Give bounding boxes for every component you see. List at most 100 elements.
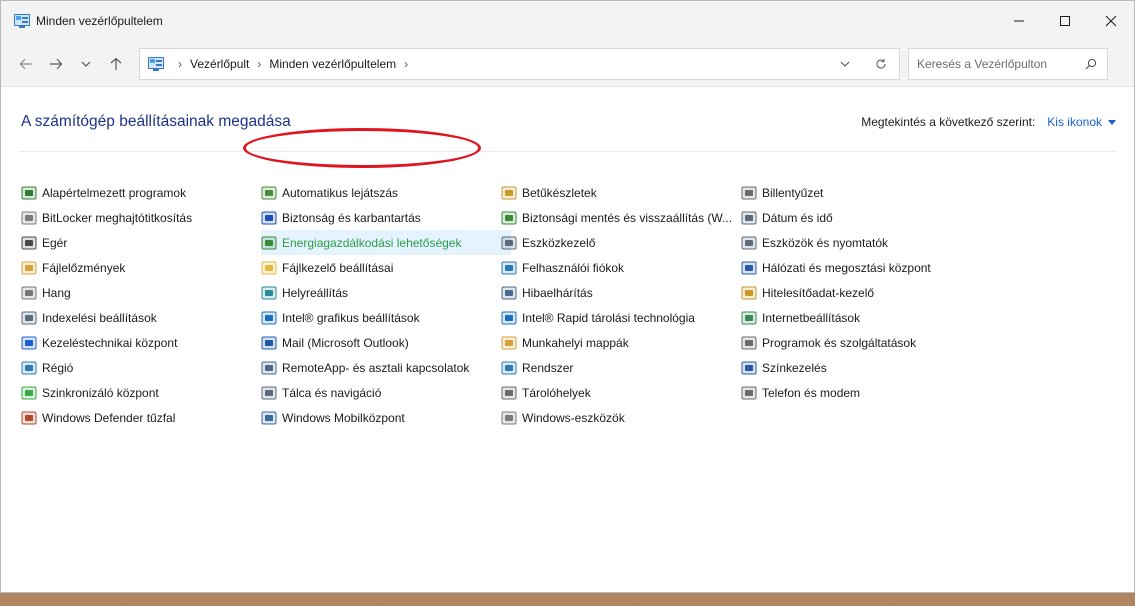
control-panel-item[interactable]: Energiagazdálkodási lehetőségek [261, 230, 511, 255]
control-panel-item[interactable]: Felhasználói fiókok [501, 255, 741, 280]
control-panel-item[interactable]: Tálca és navigáció [261, 380, 501, 405]
control-panel-item[interactable]: Mail (Microsoft Outlook) [261, 330, 501, 355]
control-panel-item[interactable]: Régió [21, 355, 261, 380]
control-panel-item[interactable]: Billentyűzet [741, 180, 981, 205]
control-panel-item[interactable]: Telefon és modem [741, 380, 981, 405]
control-panel-item[interactable]: Biztonság és karbantartás [261, 205, 501, 230]
control-panel-item-label[interactable]: Windows Mobilközpont [282, 411, 405, 425]
control-panel-item[interactable]: Programok és szolgáltatások [741, 330, 981, 355]
control-panel-item[interactable]: Rendszer [501, 355, 741, 380]
control-panel-item-label[interactable]: Hang [42, 286, 71, 300]
search-input[interactable] [917, 56, 1077, 71]
search-icon[interactable] [1085, 58, 1097, 70]
control-panel-item-label[interactable]: Hálózati és megosztási központ [762, 261, 931, 275]
control-panel-item-label[interactable]: Fájlkezelő beállításai [282, 261, 393, 275]
control-panel-item-label[interactable]: Intel® grafikus beállítások [282, 311, 420, 325]
control-panel-item-label[interactable]: Alapértelmezett programok [42, 186, 186, 200]
control-panel-item-label[interactable]: Felhasználói fiókok [522, 261, 624, 275]
chevron-right-icon[interactable]: › [178, 57, 182, 71]
control-panel-icon [148, 56, 164, 71]
control-panel-item-label[interactable]: Indexelési beállítások [42, 311, 157, 325]
refresh-button[interactable] [863, 49, 899, 79]
control-panel-item-label[interactable]: Eszközkezelő [522, 236, 595, 250]
back-button[interactable] [11, 49, 41, 79]
minimize-button[interactable] [996, 1, 1042, 41]
control-panel-item-label[interactable]: Eszközök és nyomtatók [762, 236, 888, 250]
control-panel-item[interactable]: Helyreállítás [261, 280, 501, 305]
title-bar[interactable]: Minden vezérlőpultelem [1, 1, 1134, 41]
control-panel-item-label[interactable]: Intel® Rapid tárolási technológia [522, 311, 695, 325]
control-panel-item[interactable]: Windows Defender tűzfal [21, 405, 261, 430]
control-panel-item-label[interactable]: Internetbeállítások [762, 311, 860, 325]
control-panel-item[interactable]: Hang [21, 280, 261, 305]
forward-button[interactable] [41, 49, 71, 79]
control-panel-item[interactable]: Biztonsági mentés és visszaállítás (W... [501, 205, 741, 230]
control-panel-item-label[interactable]: Hitelesítőadat-kezelő [762, 286, 874, 300]
control-panel-item-label[interactable]: Szinkronizáló központ [42, 386, 159, 400]
close-button[interactable] [1088, 1, 1134, 41]
control-panel-item-label[interactable]: Munkahelyi mappák [522, 336, 629, 350]
control-panel-item-label[interactable]: Telefon és modem [762, 386, 860, 400]
control-panel-item-label[interactable]: Fájlelőzmények [42, 261, 125, 275]
control-panel-item-label[interactable]: Színkezelés [762, 361, 827, 375]
control-panel-item-label[interactable]: BitLocker meghajtótitkosítás [42, 211, 192, 225]
control-panel-item[interactable]: Windows-eszközök [501, 405, 741, 430]
caret-down-icon[interactable] [1108, 119, 1116, 125]
up-button[interactable] [101, 49, 131, 79]
control-panel-item[interactable]: Dátum és idő [741, 205, 981, 230]
control-panel-item-label[interactable]: Windows-eszközök [522, 411, 625, 425]
search-box[interactable] [908, 47, 1108, 80]
control-panel-item-label[interactable]: Biztonság és karbantartás [282, 211, 421, 225]
control-panel-item-label[interactable]: Helyreállítás [282, 286, 348, 300]
control-panel-item[interactable]: Hálózati és megosztási központ [741, 255, 981, 280]
control-panel-item-label[interactable]: RemoteApp- és asztali kapcsolatok [282, 361, 469, 375]
breadcrumb-item[interactable]: Vezérlőpult [190, 57, 249, 71]
control-panel-item-label[interactable]: Régió [42, 361, 73, 375]
view-by-dropdown[interactable]: Kis ikonok [1047, 115, 1102, 129]
control-panel-item-label[interactable]: Betűkészletek [522, 186, 597, 200]
control-panel-item[interactable]: Fájlelőzmények [21, 255, 261, 280]
control-panel-item-label[interactable]: Energiagazdálkodási lehetőségek [282, 236, 461, 250]
control-panel-item[interactable]: Automatikus lejátszás [261, 180, 501, 205]
control-panel-item[interactable]: Munkahelyi mappák [501, 330, 741, 355]
maximize-button[interactable] [1042, 1, 1088, 41]
control-panel-item-label[interactable]: Programok és szolgáltatások [762, 336, 916, 350]
control-panel-item-label[interactable]: Windows Defender tűzfal [42, 411, 175, 425]
control-panel-item[interactable]: Eszközök és nyomtatók [741, 230, 981, 255]
chevron-right-icon[interactable]: › [404, 57, 408, 71]
control-panel-item[interactable]: Szinkronizáló központ [21, 380, 261, 405]
control-panel-item[interactable]: Betűkészletek [501, 180, 741, 205]
control-panel-item[interactable]: Internetbeállítások [741, 305, 981, 330]
control-panel-item[interactable]: Windows Mobilközpont [261, 405, 501, 430]
control-panel-item[interactable]: Alapértelmezett programok [21, 180, 261, 205]
control-panel-item[interactable]: Eszközkezelő [501, 230, 741, 255]
control-panel-item-label[interactable]: Dátum és idő [762, 211, 833, 225]
control-panel-item[interactable]: Indexelési beállítások [21, 305, 261, 330]
control-panel-item[interactable]: Hitelesítőadat-kezelő [741, 280, 981, 305]
control-panel-item-label[interactable]: Automatikus lejátszás [282, 186, 398, 200]
breadcrumb-item[interactable]: Minden vezérlőpultelem [269, 57, 396, 71]
address-bar[interactable]: › Vezérlőpult › Minden vezérlőpultelem › [139, 47, 900, 80]
control-panel-item[interactable]: Egér [21, 230, 261, 255]
control-panel-item[interactable]: BitLocker meghajtótitkosítás [21, 205, 261, 230]
control-panel-item[interactable]: Fájlkezelő beállításai [261, 255, 501, 280]
chevron-right-icon[interactable]: › [257, 57, 261, 71]
control-panel-item[interactable]: Intel® Rapid tárolási technológia [501, 305, 741, 330]
control-panel-item-label[interactable]: Billentyűzet [762, 186, 823, 200]
control-panel-item-label[interactable]: Tárolóhelyek [522, 386, 591, 400]
address-dropdown-button[interactable] [827, 49, 863, 79]
control-panel-item[interactable]: Intel® grafikus beállítások [261, 305, 501, 330]
control-panel-item-label[interactable]: Rendszer [522, 361, 573, 375]
control-panel-item-label[interactable]: Hibaelhárítás [522, 286, 593, 300]
control-panel-item[interactable]: Kezeléstechnikai központ [21, 330, 261, 355]
control-panel-item-label[interactable]: Mail (Microsoft Outlook) [282, 336, 409, 350]
control-panel-item[interactable]: Hibaelhárítás [501, 280, 741, 305]
control-panel-item-label[interactable]: Kezeléstechnikai központ [42, 336, 177, 350]
control-panel-item[interactable]: RemoteApp- és asztali kapcsolatok [261, 355, 501, 380]
control-panel-item-label[interactable]: Tálca és navigáció [282, 386, 381, 400]
control-panel-item[interactable]: Színkezelés [741, 355, 981, 380]
control-panel-item[interactable]: Tárolóhelyek [501, 380, 741, 405]
control-panel-item-label[interactable]: Egér [42, 236, 67, 250]
control-panel-item-label[interactable]: Biztonsági mentés és visszaállítás (W... [522, 211, 732, 225]
recent-locations-button[interactable] [71, 49, 101, 79]
